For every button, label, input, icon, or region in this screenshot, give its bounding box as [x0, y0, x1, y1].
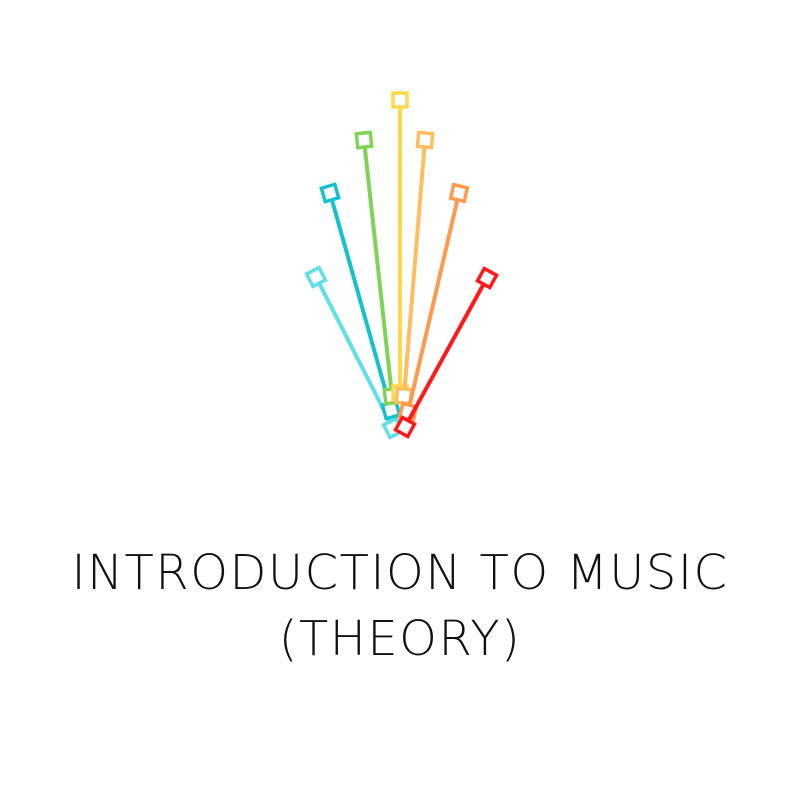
stick-line-green — [362, 146, 394, 390]
stick-top-square-green — [354, 130, 374, 150]
stick-top-square-orange — [448, 182, 470, 204]
fan-stems — [304, 91, 499, 440]
stick-top-square-teal — [319, 182, 341, 204]
stick-top-square-red — [475, 266, 499, 290]
title-line-2: (THEORY) — [278, 611, 522, 667]
stick-line-red — [406, 283, 486, 422]
title-block: INTRODUCTION TO MUSIC (THEORY) — [0, 540, 800, 672]
stick-top-square-light-cyan — [304, 265, 328, 289]
cover-canvas: INTRODUCTION TO MUSIC (THEORY) — [0, 0, 800, 800]
stick-yellow — [391, 91, 409, 402]
stick-teal — [319, 182, 402, 421]
title-line-1: INTRODUCTION TO MUSIC — [71, 545, 729, 601]
color-fan-logo — [304, 91, 499, 440]
stick-top-square-light-orange — [415, 130, 435, 150]
stick-line-light-cyan — [317, 282, 392, 423]
stick-top-square-yellow — [391, 91, 409, 109]
